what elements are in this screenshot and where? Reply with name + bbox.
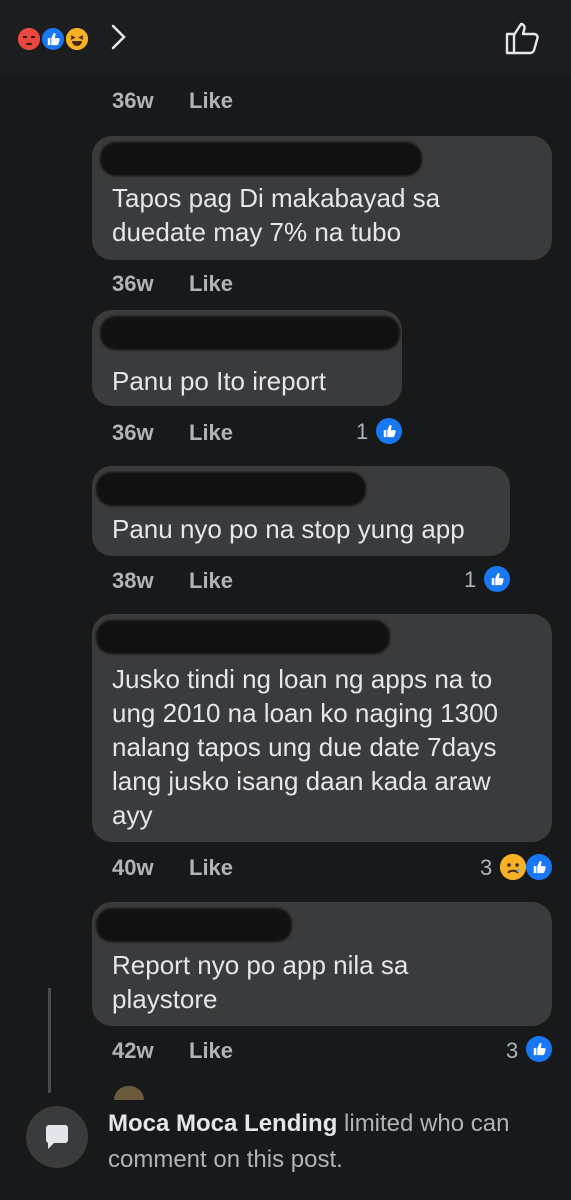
like-button[interactable]: Like (189, 88, 233, 114)
sad-icon (500, 854, 526, 880)
like-button[interactable]: Like (189, 1038, 233, 1064)
angry-icon (16, 26, 42, 52)
haha-icon (64, 26, 90, 52)
like-icon (40, 26, 66, 52)
comment-text: Jusko tindi ng loan ng apps na to ung 20… (112, 664, 499, 830)
comment-timestamp: 36w (112, 271, 154, 296)
comment-text: Panu nyo po na stop yung app (112, 514, 465, 544)
like-button[interactable]: Like (189, 420, 233, 446)
comment-timestamp: 40w (112, 855, 154, 880)
like-icon (376, 418, 402, 444)
reaction-count[interactable]: 1 (464, 567, 476, 593)
redacted-commenter-name (96, 620, 390, 654)
comment-timestamp: 36w (112, 420, 154, 445)
comment-text: Report nyo po app nila sa playstore (112, 950, 409, 1014)
like-icon (484, 566, 510, 592)
redacted-commenter-name (100, 142, 422, 176)
comment-text: Panu po Ito ireport (112, 366, 326, 396)
like-icon (526, 1036, 552, 1062)
reaction-count[interactable]: 1 (356, 419, 368, 445)
comment-restriction-notice: Moca Moca Lending limited who can commen… (108, 1106, 558, 1178)
redacted-commenter-name (100, 316, 400, 350)
comment-timestamp: 42w (112, 1038, 154, 1063)
thread-line (48, 988, 51, 1093)
avatar (114, 1086, 144, 1100)
like-button[interactable]: Like (189, 568, 233, 594)
reaction-count[interactable]: 3 (506, 1038, 518, 1064)
like-button[interactable]: Like (189, 271, 233, 297)
page-name[interactable]: Moca Moca Lending (108, 1110, 337, 1137)
redacted-commenter-name (96, 472, 366, 506)
chevron-right-icon[interactable] (108, 22, 130, 57)
comment-icon (26, 1106, 88, 1168)
comment-text: Tapos pag Di makabayad sa duedate may 7%… (112, 183, 441, 247)
comment-timestamp: 36w (112, 88, 154, 113)
reaction-count[interactable]: 3 (480, 855, 492, 881)
comment-timestamp: 38w (112, 568, 154, 593)
redacted-commenter-name (96, 908, 292, 942)
like-outline-icon[interactable] (503, 20, 543, 61)
reactions-bar[interactable] (0, 0, 571, 76)
like-icon (526, 854, 552, 880)
like-button[interactable]: Like (189, 855, 233, 881)
